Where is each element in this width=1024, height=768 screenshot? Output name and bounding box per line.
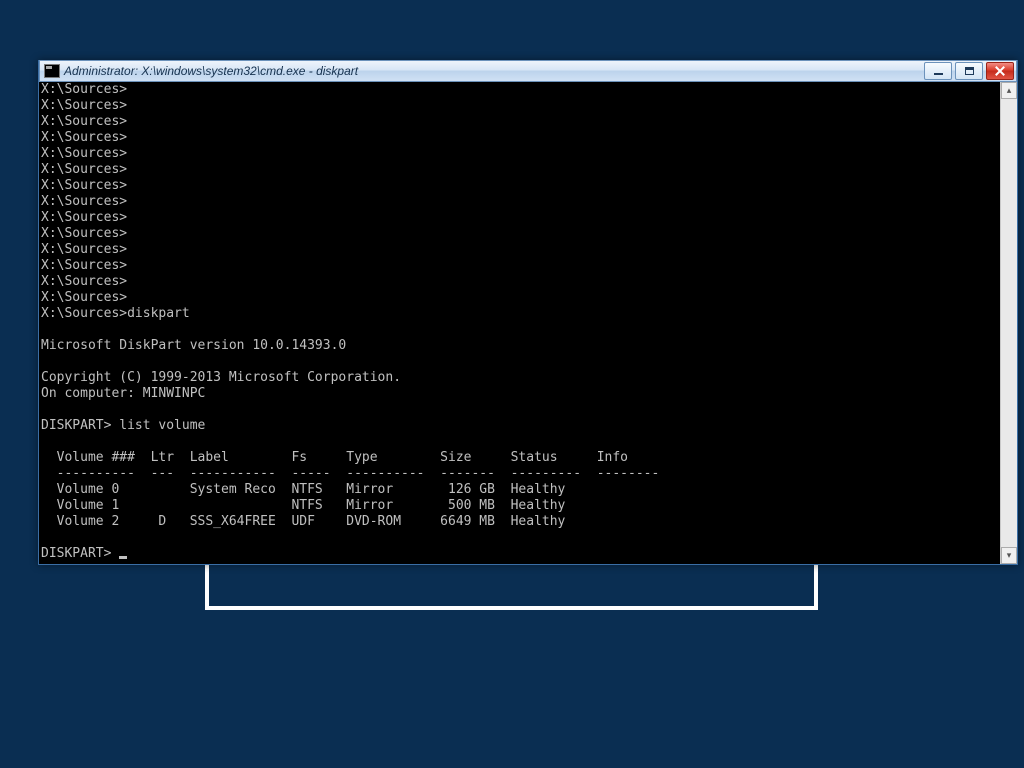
maximize-button[interactable] bbox=[955, 62, 983, 80]
minimize-icon bbox=[934, 73, 943, 75]
scroll-up-button[interactable]: ▴ bbox=[1001, 82, 1017, 99]
terminal-output[interactable]: X:\Sources> X:\Sources> X:\Sources> X:\S… bbox=[39, 82, 1000, 564]
vertical-scrollbar[interactable]: ▴ ▾ bbox=[1000, 82, 1017, 564]
cmd-icon bbox=[44, 64, 60, 78]
cmd-window: Administrator: X:\windows\system32\cmd.e… bbox=[38, 60, 1018, 565]
client-area: X:\Sources> X:\Sources> X:\Sources> X:\S… bbox=[39, 82, 1017, 564]
minimize-button[interactable] bbox=[924, 62, 952, 80]
background-panel-fragment bbox=[205, 565, 818, 610]
window-controls bbox=[924, 62, 1014, 80]
scroll-down-button[interactable]: ▾ bbox=[1001, 547, 1017, 564]
close-button[interactable] bbox=[986, 62, 1014, 80]
scroll-track[interactable] bbox=[1001, 99, 1017, 547]
terminal-cursor bbox=[119, 556, 127, 559]
window-title: Administrator: X:\windows\system32\cmd.e… bbox=[64, 64, 358, 78]
maximize-icon bbox=[965, 67, 974, 75]
close-icon bbox=[995, 66, 1005, 76]
titlebar[interactable]: Administrator: X:\windows\system32\cmd.e… bbox=[39, 60, 1017, 82]
